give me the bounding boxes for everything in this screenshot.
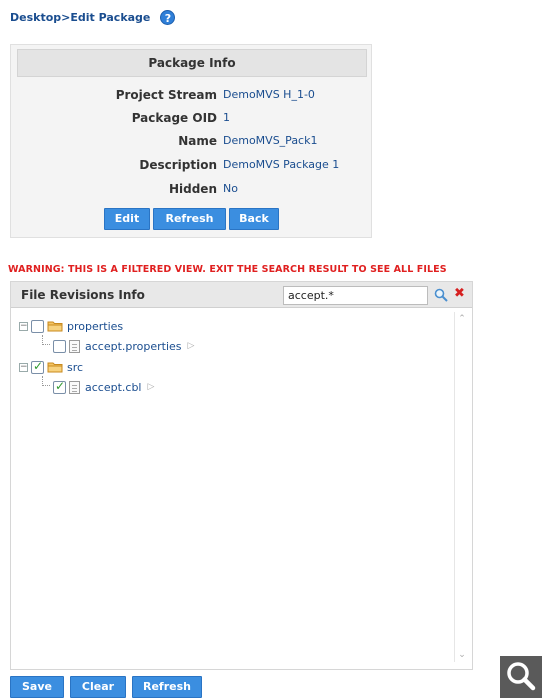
tree-node-src[interactable]: − src xyxy=(19,358,83,376)
tree-node-accept-properties[interactable]: accept.properties ▷ xyxy=(53,337,194,355)
breadcrumb: Desktop>Edit Package ? xyxy=(10,10,176,25)
collapse-toggle-icon[interactable]: − xyxy=(19,362,28,372)
project-stream-value: DemoMVS H_1-0 xyxy=(223,88,315,101)
accept-cbl-checkbox[interactable] xyxy=(53,379,66,394)
scroll-down-icon[interactable]: ⌄ xyxy=(457,650,467,660)
save-button[interactable]: Save xyxy=(10,676,64,698)
src-checkbox[interactable] xyxy=(31,359,44,374)
tree-connector xyxy=(42,376,50,386)
tree-scrollbar[interactable]: ⌃ ⌄ xyxy=(454,312,468,662)
hidden-value: No xyxy=(223,182,238,195)
expand-arrow-icon[interactable]: ▷ xyxy=(147,382,154,392)
file-revisions-header: File Revisions Info ✖ xyxy=(11,282,472,308)
name-label: Name xyxy=(178,134,217,148)
file-revisions-panel: File Revisions Info ✖ − properties accep… xyxy=(10,281,473,670)
package-info-panel: Package Info Project Stream DemoMVS H_1-… xyxy=(10,44,372,238)
package-info-row-hidden: Hidden No xyxy=(11,177,373,201)
expand-arrow-icon[interactable]: ▷ xyxy=(188,341,195,351)
magnifier-icon xyxy=(507,662,536,691)
clear-button[interactable]: Clear xyxy=(70,676,126,698)
package-info-row-package-oid: Package OID 1 xyxy=(11,106,373,130)
clear-search-icon[interactable]: ✖ xyxy=(454,286,465,302)
tree-node-properties[interactable]: − properties xyxy=(19,317,123,335)
refresh-button[interactable]: Refresh xyxy=(132,676,202,698)
description-value: DemoMVS Package 1 xyxy=(223,158,340,171)
folder-icon xyxy=(47,321,63,332)
package-info-row-project-stream: Project Stream DemoMVS H_1-0 xyxy=(11,83,373,107)
scroll-up-icon[interactable]: ⌃ xyxy=(457,314,467,324)
search-icon[interactable] xyxy=(434,288,448,302)
back-button[interactable]: Back xyxy=(229,208,279,230)
properties-checkbox[interactable] xyxy=(31,319,44,333)
file-tree: − properties accept.properties ▷ − src xyxy=(11,309,451,664)
tree-node-label[interactable]: properties xyxy=(67,320,123,333)
help-icon[interactable]: ? xyxy=(160,10,176,25)
tree-node-label[interactable]: src xyxy=(67,361,83,374)
tree-connector xyxy=(42,335,50,345)
tree-node-label[interactable]: accept.properties xyxy=(85,340,182,353)
file-icon xyxy=(69,339,80,353)
package-oid-value: 1 xyxy=(223,111,230,124)
package-info-row-name: Name DemoMVS_Pack1 xyxy=(11,129,373,153)
collapse-toggle-icon[interactable]: − xyxy=(19,321,28,331)
package-info-row-description: Description DemoMVS Package 1 xyxy=(11,153,373,177)
folder-icon xyxy=(47,362,63,373)
filtered-view-warning: WARNING: THIS IS A FILTERED VIEW. EXIT T… xyxy=(8,264,447,275)
name-value: DemoMVS_Pack1 xyxy=(223,134,318,147)
search-input[interactable] xyxy=(283,286,428,305)
edit-button[interactable]: Edit xyxy=(104,208,150,230)
breadcrumb-text: Desktop>Edit Package xyxy=(10,11,151,24)
description-label: Description xyxy=(139,158,217,172)
tree-node-accept-cbl[interactable]: accept.cbl ▷ xyxy=(53,378,154,396)
hidden-label: Hidden xyxy=(168,182,217,196)
package-oid-label: Package OID xyxy=(131,111,217,125)
project-stream-label: Project Stream xyxy=(115,88,217,102)
refresh-package-button[interactable]: Refresh xyxy=(153,208,226,230)
accept-properties-checkbox[interactable] xyxy=(53,339,66,353)
file-revisions-title: File Revisions Info xyxy=(21,288,145,302)
file-icon xyxy=(69,380,80,394)
tree-node-label[interactable]: accept.cbl xyxy=(85,381,141,394)
package-info-title: Package Info xyxy=(17,49,367,77)
zoom-icon[interactable] xyxy=(500,656,542,698)
